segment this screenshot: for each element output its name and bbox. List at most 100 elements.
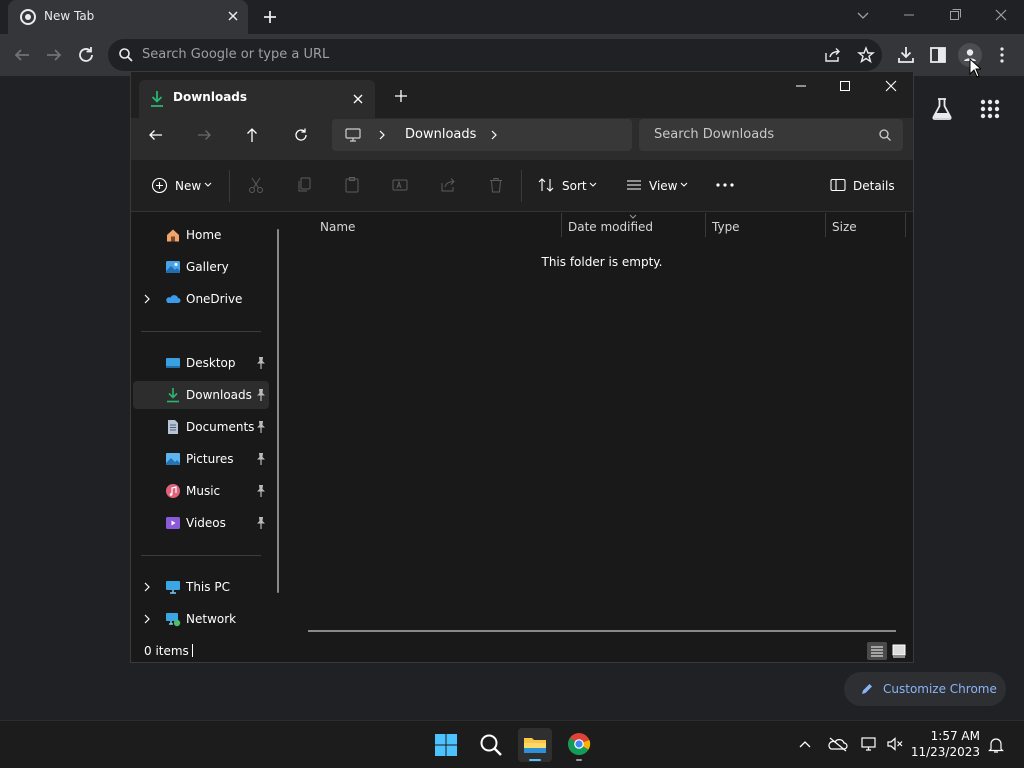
pin-icon[interactable] [255, 484, 267, 498]
explorer-tab-downloads[interactable]: Downloads [139, 80, 375, 118]
side-panel-icon[interactable] [926, 43, 950, 67]
paste-icon[interactable] [343, 176, 361, 194]
address-bar[interactable]: Downloads [332, 119, 632, 151]
explorer-close-icon[interactable] [883, 78, 899, 94]
empty-folder-message: This folder is empty. [541, 255, 663, 269]
pin-icon[interactable] [255, 516, 267, 530]
sidebar-item-this-pc[interactable]: This PC [133, 573, 269, 601]
details-button[interactable]: Details [853, 179, 895, 193]
sidebar-item-music[interactable]: Music [133, 477, 269, 505]
column-divider[interactable] [705, 213, 706, 237]
sort-chevron-down-icon [588, 181, 606, 199]
explorer-forward-icon[interactable] [195, 127, 213, 143]
breadcrumb-downloads[interactable]: Downloads [405, 127, 476, 142]
column-header-size[interactable]: Size [832, 220, 857, 234]
tab-search-chevron-icon[interactable] [852, 6, 874, 24]
restore-icon[interactable] [944, 6, 966, 24]
more-options-icon[interactable] [715, 176, 734, 194]
new-button[interactable]: New [175, 179, 201, 193]
forward-icon[interactable] [42, 43, 66, 67]
details-pane-icon [829, 176, 847, 194]
tray-chevron-up-icon[interactable] [797, 737, 813, 751]
apps-grid-icon[interactable] [979, 98, 1001, 120]
column-header-date-modified[interactable]: Date modified [568, 220, 653, 234]
column-divider[interactable] [905, 213, 906, 237]
breadcrumb-chevron-icon[interactable] [377, 129, 387, 141]
pencil-icon [860, 682, 874, 696]
sidebar-item-pictures[interactable]: Pictures [133, 445, 269, 473]
sidebar-item-videos[interactable]: Videos [133, 509, 269, 537]
item-count: 0 items [144, 644, 189, 658]
tiles-view-toggle[interactable] [889, 642, 909, 660]
back-icon[interactable] [10, 43, 34, 67]
close-window-icon[interactable] [990, 6, 1012, 24]
sidebar-item-network[interactable]: Network [133, 605, 269, 633]
close-explorer-tab-icon[interactable] [351, 92, 365, 106]
network-tray-icon[interactable] [860, 736, 878, 752]
explorer-minimize-icon[interactable] [793, 78, 809, 94]
explorer-titlebar: Downloads [131, 72, 913, 118]
taskbar-search-icon[interactable] [474, 728, 508, 762]
rename-icon[interactable] [391, 176, 409, 194]
view-button[interactable]: View [649, 179, 677, 193]
volume-muted-tray-icon[interactable] [886, 736, 904, 752]
copy-icon[interactable] [295, 176, 313, 194]
tab-strip: New Tab [0, 0, 1024, 34]
documents-folder-icon [165, 419, 181, 435]
bookmark-star-icon[interactable] [857, 46, 875, 64]
sidebar-scrollbar[interactable] [277, 229, 279, 593]
chrome-taskbar-icon[interactable] [562, 728, 596, 762]
clock-time[interactable]: 1:57 AM [918, 729, 980, 743]
explorer-maximize-icon[interactable] [837, 78, 853, 94]
details-view-toggle[interactable] [867, 642, 887, 660]
sidebar-item-onedrive[interactable]: OneDrive [133, 285, 269, 313]
clock-date[interactable]: 11/23/2023 [906, 745, 980, 759]
reload-icon[interactable] [74, 43, 98, 67]
column-header-type[interactable]: Type [712, 220, 740, 234]
share-icon[interactable] [439, 176, 457, 194]
sidebar-item-desktop[interactable]: Desktop [133, 349, 269, 377]
notification-bell-icon[interactable] [988, 736, 1004, 754]
expand-chevron-icon[interactable] [141, 293, 153, 305]
minimize-icon[interactable] [898, 6, 920, 24]
pin-icon[interactable] [255, 356, 267, 370]
chrome-menu-icon[interactable] [990, 43, 1014, 67]
sort-button[interactable]: Sort [562, 179, 587, 193]
onedrive-offline-tray-icon[interactable] [828, 736, 848, 752]
file-explorer-taskbar-icon[interactable] [518, 728, 552, 762]
explorer-refresh-icon[interactable] [293, 127, 309, 143]
tab-new-tab[interactable]: New Tab [8, 0, 248, 34]
explorer-up-icon[interactable] [244, 126, 260, 144]
explorer-back-icon[interactable] [147, 127, 165, 143]
sidebar-item-gallery[interactable]: Gallery [133, 253, 269, 281]
search-downloads-input[interactable]: Search Downloads [639, 119, 903, 151]
file-list-view: Name Date modified Type Size This folder… [291, 213, 913, 640]
customize-chrome-button[interactable]: Customize Chrome [844, 672, 1006, 706]
pin-icon[interactable] [255, 420, 267, 434]
horizontal-scrollbar[interactable] [308, 630, 896, 632]
explorer-new-tab-icon[interactable] [393, 88, 409, 104]
sidebar-item-home[interactable]: Home [133, 221, 269, 249]
delete-icon[interactable] [487, 176, 505, 194]
share-icon[interactable] [824, 47, 842, 63]
column-header-name[interactable]: Name [320, 220, 355, 234]
cut-icon[interactable] [247, 176, 265, 194]
column-divider[interactable] [561, 213, 562, 237]
pin-icon[interactable] [255, 452, 267, 466]
labs-flask-icon[interactable] [930, 96, 954, 122]
breadcrumb-chevron-icon[interactable] [489, 129, 499, 141]
omnibox[interactable]: Search Google or type a URL [108, 39, 882, 71]
close-tab-icon[interactable] [225, 8, 241, 24]
column-divider[interactable] [825, 213, 826, 237]
start-windows-icon[interactable] [429, 728, 463, 762]
pictures-folder-icon [165, 451, 181, 467]
downloads-icon[interactable] [894, 43, 918, 67]
sidebar-item-documents[interactable]: Documents [133, 413, 269, 441]
expand-chevron-icon[interactable] [141, 613, 153, 625]
sidebar-item-downloads[interactable]: Downloads [133, 381, 269, 409]
view-icon [625, 176, 643, 194]
new-tab-button[interactable] [259, 6, 281, 28]
search-placeholder: Search Downloads [654, 127, 775, 142]
pin-icon[interactable] [255, 388, 267, 402]
expand-chevron-icon[interactable] [141, 581, 153, 593]
